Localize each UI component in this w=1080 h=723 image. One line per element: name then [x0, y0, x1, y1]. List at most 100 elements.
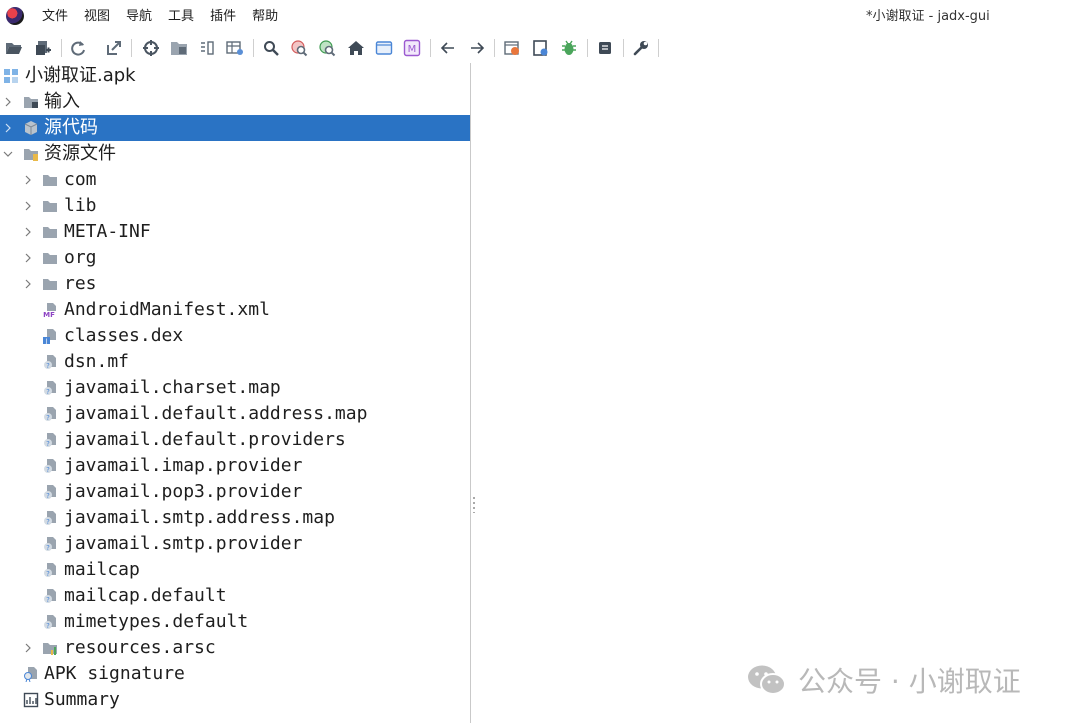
tree-item-summary[interactable]: Summary — [0, 687, 470, 713]
toolbar-separator — [61, 39, 62, 57]
reload-icon[interactable] — [67, 37, 89, 59]
export-icon[interactable] — [103, 37, 125, 59]
tree-item-label: javamail.smtp.address.map — [64, 507, 335, 528]
log-viewer-icon[interactable] — [594, 37, 616, 59]
tree-item-label: javamail.smtp.provider — [64, 533, 303, 554]
tree-folder-org[interactable]: org — [0, 245, 470, 271]
menu-view[interactable]: 视图 — [84, 0, 110, 33]
summary-chart-icon — [23, 692, 39, 708]
svg-text:?: ? — [46, 440, 50, 448]
unknown-file-icon: ? — [44, 433, 56, 448]
flatten-packages-icon[interactable] — [168, 37, 190, 59]
toolbar-separator — [131, 39, 132, 57]
tree-file-classes-dex[interactable]: J classes.dex — [0, 323, 470, 349]
tree-item-label: mailcap.default — [64, 585, 227, 606]
chevron-right-icon[interactable] — [3, 121, 13, 135]
tree-item-label: res — [64, 273, 97, 294]
menu-tools[interactable]: 工具 — [168, 0, 194, 33]
log-icon[interactable] — [373, 37, 395, 59]
svg-text:?: ? — [46, 570, 50, 578]
tree-item-label: 输入 — [44, 91, 80, 112]
menu-file[interactable]: 文件 — [42, 0, 68, 33]
menu-bar: 文件 视图 导航 工具 插件 帮助 *小谢取证 - jadx-gui — [0, 0, 1080, 33]
tree-item-label: classes.dex — [64, 325, 184, 346]
tree-file-resources-arsc[interactable]: resources.arsc — [0, 635, 470, 661]
chevron-right-icon[interactable] — [23, 199, 33, 213]
chevron-right-icon[interactable] — [23, 225, 33, 239]
tree-item-label: APK signature — [44, 663, 185, 684]
input-folder-icon — [24, 97, 38, 108]
tree-file-mimetypes-default[interactable]: ? mimetypes.default — [0, 609, 470, 635]
tree-root-apk[interactable]: 小谢取证.apk — [0, 63, 470, 89]
sync-icon[interactable] — [140, 37, 162, 59]
tree-file-mailcap[interactable]: ? mailcap — [0, 557, 470, 583]
tree-file-javamail-smtp-provider[interactable]: ? javamail.smtp.provider — [0, 531, 470, 557]
find-usage-icon[interactable] — [288, 37, 310, 59]
folder-icon — [43, 227, 57, 238]
tree-root-label: 小谢取证.apk — [25, 65, 136, 86]
arsc-file-icon — [43, 643, 57, 655]
tree-file-mailcap-default[interactable]: ? mailcap.default — [0, 583, 470, 609]
tree-item-apk-signature[interactable]: APK signature — [0, 661, 470, 687]
project-tree[interactable]: 小谢取证.apk 输入 源代码 资源文件 com lib META-INF or… — [0, 63, 471, 723]
quark-icon[interactable] — [501, 37, 523, 59]
table-icon[interactable] — [224, 37, 246, 59]
tree-file-android-manifest[interactable]: MF AndroidManifest.xml — [0, 297, 470, 323]
dex-file-icon: J — [43, 329, 56, 344]
toolbar: M — [0, 33, 1080, 63]
smali-icon[interactable]: M — [401, 37, 423, 59]
tree-file-javamail-imap-provider[interactable]: ? javamail.imap.provider — [0, 453, 470, 479]
chevron-right-icon[interactable] — [23, 251, 33, 265]
tree-item-label: 资源文件 — [44, 143, 116, 164]
tree-file-javamail-pop3-provider[interactable]: ? javamail.pop3.provider — [0, 479, 470, 505]
menu-help[interactable]: 帮助 — [252, 0, 278, 33]
apk-icon — [4, 69, 18, 83]
chevron-down-icon[interactable] — [3, 147, 13, 161]
find-class-icon[interactable] — [316, 37, 338, 59]
tree-folder-com[interactable]: com — [0, 167, 470, 193]
preferences-icon[interactable] — [630, 37, 652, 59]
split-view-icon[interactable] — [196, 37, 218, 59]
svg-text:MF: MF — [43, 311, 55, 318]
toolbar-separator — [587, 39, 588, 57]
window-title: *小谢取证 - jadx-gui — [866, 9, 990, 24]
chevron-right-icon[interactable] — [3, 95, 13, 109]
open-file-icon[interactable] — [3, 37, 25, 59]
tree-folder-lib[interactable]: lib — [0, 193, 470, 219]
toolbar-separator — [658, 39, 659, 57]
menu-navigation[interactable]: 导航 — [126, 0, 152, 33]
chevron-right-icon[interactable] — [23, 173, 33, 187]
svg-text:?: ? — [46, 414, 50, 422]
splitter-grip[interactable] — [473, 497, 475, 513]
tree-file-dsn-mf[interactable]: ? dsn.mf — [0, 349, 470, 375]
tree-file-javamail-default-address-map[interactable]: ? javamail.default.address.map — [0, 401, 470, 427]
tree-item-resources[interactable]: 资源文件 — [0, 141, 470, 167]
tree-item-label: dsn.mf — [64, 351, 130, 372]
chevron-right-icon[interactable] — [23, 277, 33, 291]
unknown-file-icon: ? — [44, 459, 56, 474]
back-arrow-icon[interactable] — [437, 37, 459, 59]
deobfuscation-icon[interactable] — [530, 37, 552, 59]
tree-file-javamail-charset-map[interactable]: ? javamail.charset.map — [0, 375, 470, 401]
tree-item-label: META-INF — [64, 221, 151, 242]
editor-area[interactable] — [477, 63, 1080, 723]
add-files-icon[interactable] — [32, 37, 54, 59]
toolbar-separator — [253, 39, 254, 57]
tree-item-label: mailcap — [64, 559, 140, 580]
tree-folder-res[interactable]: res — [0, 271, 470, 297]
tree-item-label: javamail.charset.map — [64, 377, 281, 398]
tree-folder-meta-inf[interactable]: META-INF — [0, 219, 470, 245]
chevron-right-icon[interactable] — [23, 641, 33, 655]
tree-file-javamail-default-providers[interactable]: ? javamail.default.providers — [0, 427, 470, 453]
menu-plugins[interactable]: 插件 — [210, 0, 236, 33]
tree-item-input[interactable]: 输入 — [0, 89, 470, 115]
debug-icon[interactable] — [558, 37, 580, 59]
search-icon[interactable] — [260, 37, 282, 59]
tree-file-javamail-smtp-address-map[interactable]: ? javamail.smtp.address.map — [0, 505, 470, 531]
menu-items: 文件 视图 导航 工具 插件 帮助 — [42, 0, 294, 33]
tree-item-label: javamail.imap.provider — [64, 455, 303, 476]
home-icon[interactable] — [345, 37, 367, 59]
tree-item-source-code[interactable]: 源代码 — [0, 115, 470, 141]
svg-text:M: M — [408, 44, 417, 55]
forward-arrow-icon[interactable] — [466, 37, 488, 59]
